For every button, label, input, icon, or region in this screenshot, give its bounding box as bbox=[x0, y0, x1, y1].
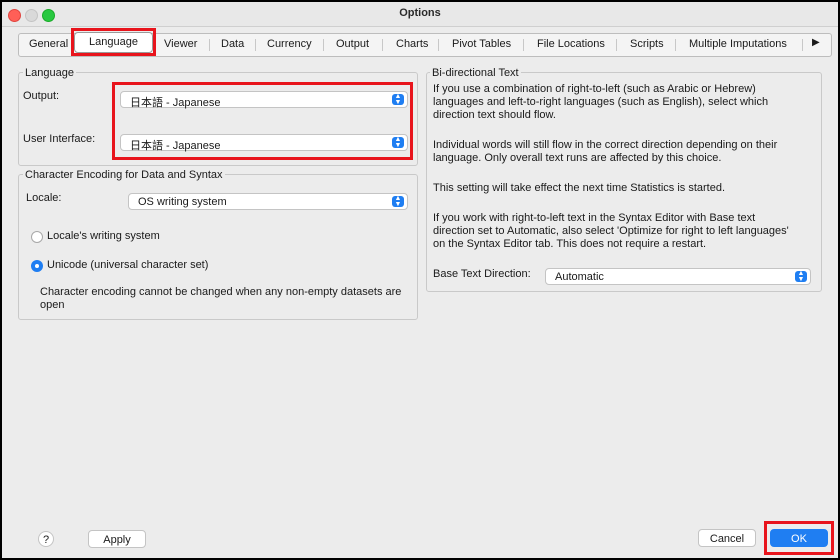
tab-output[interactable]: Output bbox=[336, 38, 369, 50]
locale-value: OS writing system bbox=[138, 196, 227, 208]
bidi-p2-line1: Individual words will still flow in the … bbox=[433, 139, 778, 151]
chevron-updown-icon: ▲ ▼ bbox=[795, 270, 807, 283]
base-text-direction-value: Automatic bbox=[555, 271, 604, 283]
ui-language-label: User Interface: bbox=[23, 133, 96, 145]
bidi-p3-line1: This setting will take effect the next t… bbox=[433, 182, 726, 194]
bidi-p2-line2: language. Only overall text runs are aff… bbox=[433, 152, 722, 164]
window-title: Options bbox=[399, 7, 441, 19]
tab-currency[interactable]: Currency bbox=[267, 38, 312, 50]
bidi-p1-line1: If you use a combination of right-to-lef… bbox=[433, 83, 756, 95]
encoding-note-line1: Character encoding cannot be changed whe… bbox=[40, 286, 402, 298]
base-text-direction-select[interactable]: Automatic ▲ ▼ bbox=[545, 268, 811, 285]
cancel-button[interactable]: Cancel bbox=[698, 529, 756, 547]
chevron-updown-icon: ▲ ▼ bbox=[392, 136, 404, 149]
radio-unicode-label: Unicode (universal character set) bbox=[47, 259, 209, 271]
help-button[interactable]: ? bbox=[38, 531, 54, 547]
bidi-p4-line1: If you work with right-to-left text in t… bbox=[433, 212, 756, 224]
encoding-group-title: Character Encoding for Data and Syntax bbox=[23, 169, 225, 181]
radio-locale-label: Locale's writing system bbox=[47, 230, 160, 242]
tab-file-locations[interactable]: File Locations bbox=[537, 38, 605, 50]
tabs-scroll-right-icon[interactable]: ▶ bbox=[812, 37, 820, 48]
bidi-p1-line2: languages and left-to-right languages (s… bbox=[433, 96, 769, 108]
tab-multiple-imputations[interactable]: Multiple Imputations bbox=[689, 38, 787, 50]
bidi-group-title: Bi-directional Text bbox=[430, 67, 521, 79]
bidi-p4-line2: direction set to Automatic, also select … bbox=[433, 225, 789, 237]
radio-unicode[interactable] bbox=[31, 260, 43, 272]
output-language-select[interactable]: 日本語 - Japanese ▲ ▼ bbox=[120, 91, 408, 109]
ui-language-select[interactable]: 日本語 - Japanese ▲ ▼ bbox=[120, 134, 408, 152]
apply-button[interactable]: Apply bbox=[88, 530, 146, 548]
base-text-direction-label: Base Text Direction: bbox=[433, 268, 531, 280]
tab-data[interactable]: Data bbox=[221, 38, 244, 50]
tab-scripts[interactable]: Scripts bbox=[630, 38, 664, 50]
language-group-title: Language bbox=[23, 67, 76, 79]
options-window: Options General Language Viewer Data Cur… bbox=[0, 0, 840, 560]
tab-pivot-tables[interactable]: Pivot Tables bbox=[452, 38, 511, 50]
ok-button[interactable]: OK bbox=[770, 529, 828, 547]
bidi-p4-line3: on the Syntax Editor tab. This does not … bbox=[433, 238, 707, 250]
chevron-updown-icon: ▲ ▼ bbox=[392, 93, 404, 106]
tab-language[interactable]: Language bbox=[74, 32, 153, 53]
output-language-value: 日本語 - Japanese bbox=[130, 97, 221, 109]
encoding-note-line2: open bbox=[40, 299, 65, 311]
locale-label: Locale: bbox=[26, 192, 62, 204]
tab-charts[interactable]: Charts bbox=[396, 38, 428, 50]
title-bar: Options bbox=[2, 2, 838, 27]
output-language-label: Output: bbox=[23, 90, 60, 102]
bidi-p1-line3: direction text should flow. bbox=[433, 109, 556, 121]
radio-locale-writing-system[interactable] bbox=[31, 231, 43, 243]
locale-select[interactable]: OS writing system ▲ ▼ bbox=[128, 193, 408, 210]
chevron-updown-icon: ▲ ▼ bbox=[392, 195, 404, 208]
tab-general[interactable]: General bbox=[29, 38, 68, 50]
ui-language-value: 日本語 - Japanese bbox=[130, 140, 221, 152]
tab-viewer[interactable]: Viewer bbox=[164, 38, 197, 50]
